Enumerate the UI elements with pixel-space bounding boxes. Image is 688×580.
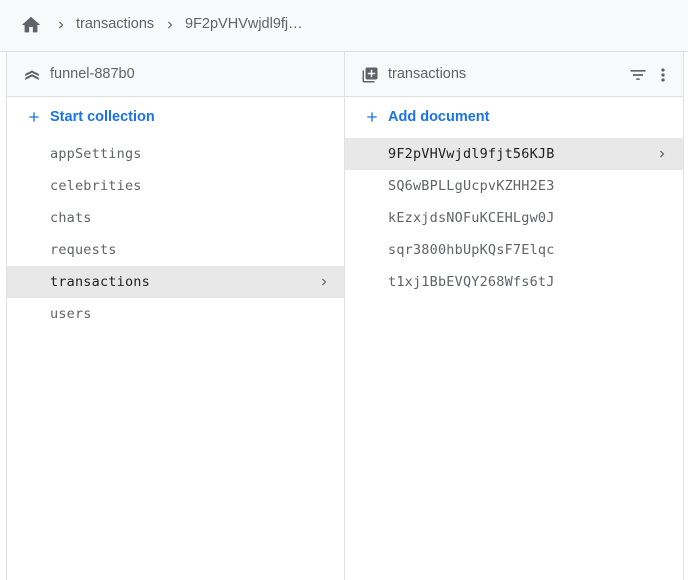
collection-name: requests — [50, 242, 117, 258]
document-id: SQ6wBPLLgUcpvKZHH2E3 — [388, 178, 555, 194]
collection-item[interactable]: chats — [7, 202, 344, 234]
collection-item[interactable]: appSettings — [7, 138, 344, 170]
project-header: funnel-887b0 — [7, 52, 344, 97]
document-id: sqr3800hbUpKQsF7Elqc — [388, 242, 555, 258]
plus-icon — [367, 112, 377, 122]
collection-list: appSettings celebrities chats requests t… — [7, 138, 344, 330]
collection-name: celebrities — [50, 178, 142, 194]
collections-panel: funnel-887b0 Start collection appSetting… — [6, 52, 345, 580]
more-vert-icon[interactable] — [653, 65, 673, 85]
collection-icon — [362, 67, 378, 83]
document-item-selected[interactable]: 9F2pVHVwjdl9fjt56KJB — [345, 138, 683, 170]
plus-icon — [29, 112, 39, 122]
filter-icon[interactable] — [628, 65, 648, 85]
breadcrumb-item-document[interactable]: 9F2pVHVwjdl9fj… — [185, 16, 303, 32]
collection-name: transactions — [50, 274, 150, 290]
document-id: kEzxjdsNOFuKCEHLgw0J — [388, 210, 555, 226]
document-id: t1xj1BbEVQY268Wfs6tJ — [388, 274, 555, 290]
collection-name: chats — [50, 210, 92, 226]
document-item[interactable]: SQ6wBPLLgUcpvKZHH2E3 — [345, 170, 683, 202]
document-id: 9F2pVHVwjdl9fjt56KJB — [388, 146, 555, 162]
document-item[interactable]: kEzxjdsNOFuKCEHLgw0J — [345, 202, 683, 234]
chevron-right-icon — [660, 150, 665, 158]
collection-item[interactable]: celebrities — [7, 170, 344, 202]
document-item[interactable]: sqr3800hbUpKQsF7Elqc — [345, 234, 683, 266]
collection-item[interactable]: users — [7, 298, 344, 330]
collection-name: appSettings — [50, 146, 142, 162]
collection-name: users — [50, 306, 92, 322]
breadcrumb: transactions 9F2pVHVwjdl9fj… — [0, 0, 688, 52]
documents-panel: transactions Add document 9F2pVHVwjdl9fj… — [345, 52, 684, 580]
collection-item-selected[interactable]: transactions — [7, 266, 344, 298]
collection-title: transactions — [388, 66, 467, 82]
collection-item[interactable]: requests — [7, 234, 344, 266]
start-collection-button[interactable]: Start collection — [7, 97, 344, 137]
firestore-icon — [25, 70, 39, 80]
home-icon[interactable] — [20, 14, 42, 36]
firestore-data-viewer: transactions 9F2pVHVwjdl9fj… funnel-887b… — [0, 0, 688, 580]
start-collection-label: Start collection — [50, 109, 155, 125]
add-document-button[interactable]: Add document — [345, 97, 683, 137]
breadcrumb-item-collection[interactable]: transactions — [76, 16, 154, 32]
document-item[interactable]: t1xj1BbEVQY268Wfs6tJ — [345, 266, 683, 298]
project-name: funnel-887b0 — [50, 66, 135, 82]
chevron-right-icon — [322, 278, 327, 286]
add-document-label: Add document — [388, 109, 490, 125]
chevron-right-icon — [168, 21, 173, 29]
document-list: 9F2pVHVwjdl9fjt56KJB SQ6wBPLLgUcpvKZHH2E… — [345, 138, 683, 298]
collection-header: transactions — [345, 52, 683, 97]
chevron-right-icon — [59, 21, 64, 29]
